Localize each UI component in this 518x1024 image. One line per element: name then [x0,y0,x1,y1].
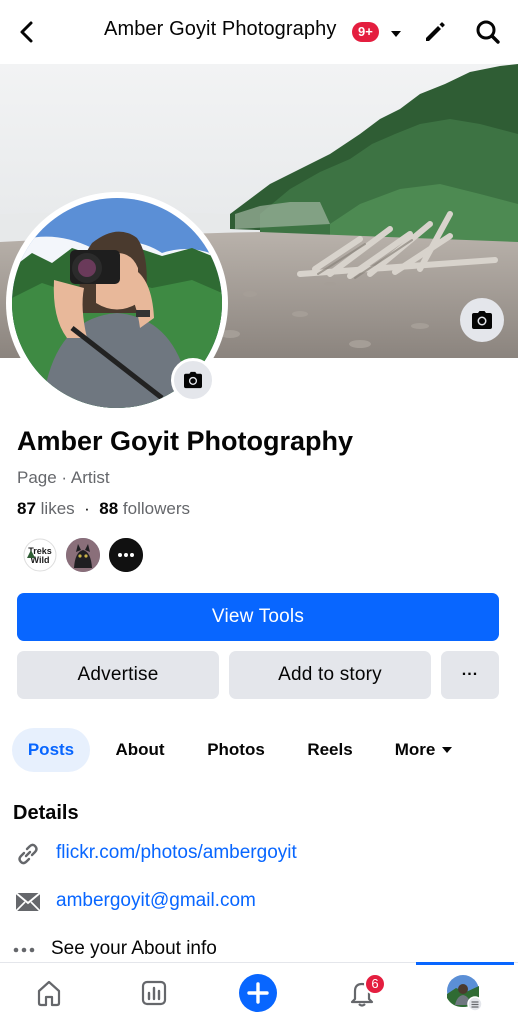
page-tabs: Posts About Photos Reels More [0,728,518,774]
home-icon[interactable] [27,971,71,1015]
page-category: Page · Artist [17,468,110,487]
caret-down-icon [442,747,453,753]
more-followers-icon[interactable] [107,536,145,574]
add-to-story-button[interactable]: Add to story [229,651,431,699]
tab-more-label: More [394,740,436,759]
avatar-camera-button[interactable] [171,358,215,402]
follower-avatar[interactable] [64,536,102,574]
camera-icon [472,311,492,329]
page-stats[interactable]: 87 likes · 88 followers [17,499,190,519]
page-name: Amber Goyit Photography [17,426,354,456]
notification-count-badge: 9+ [352,22,379,42]
email-row[interactable]: ambergoyit@gmail.com [0,884,518,920]
tab-posts[interactable]: Posts [12,728,90,772]
followers-count: 88 [99,499,119,518]
insights-icon[interactable] [132,971,176,1015]
about-info-text[interactable]: See your About info [51,938,217,960]
more-options-button[interactable]: ··· [441,651,499,699]
caret-down-icon[interactable] [389,26,403,37]
tab-photos[interactable]: Photos [196,728,276,772]
details-title: Details [13,802,79,824]
link-icon [14,840,42,868]
website-link[interactable]: flickr.com/photos/ambergoyit [56,842,297,864]
follower-avatar[interactable]: Treks Wild [21,536,59,574]
active-tab-indicator [416,962,514,965]
camera-icon [184,371,202,389]
tab-about[interactable]: About [104,728,176,772]
stats-separator: · [84,499,90,518]
profile-icon[interactable] [443,971,487,1015]
likes-label: likes [40,499,75,518]
advertise-button[interactable]: Advertise [17,651,219,699]
notifications-badge: 6 [364,973,386,995]
envelope-icon [14,888,42,916]
email-link[interactable]: ambergoyit@gmail.com [56,890,256,912]
bottom-navigation: 6 [0,962,518,1024]
create-icon[interactable] [236,971,280,1015]
tab-reels[interactable]: Reels [296,728,364,772]
website-row[interactable]: flickr.com/photos/ambergoyit [0,836,518,872]
search-icon[interactable] [474,18,502,46]
likes-count: 87 [17,499,36,518]
pencil-icon[interactable] [421,18,449,46]
tab-more[interactable]: More [384,728,464,772]
page-title-dropdown[interactable]: Amber Goyit Photography [104,18,336,41]
followers-label: followers [122,499,190,518]
back-arrow-icon[interactable] [14,18,40,46]
dots-icon [10,936,38,964]
view-tools-button[interactable]: View Tools [17,593,499,641]
top-bar: Amber Goyit Photography 9+ [0,0,518,64]
cover-camera-button[interactable] [460,298,504,342]
